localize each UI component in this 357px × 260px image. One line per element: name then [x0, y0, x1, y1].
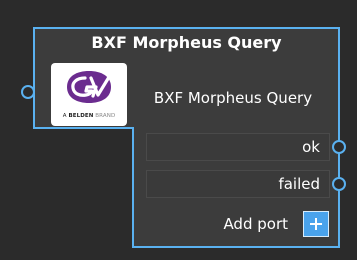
- logo-tag-brand: BELDEN: [68, 113, 94, 119]
- output-port-failed-connector[interactable]: [332, 177, 346, 191]
- node-logo: A BELDEN BRAND: [51, 63, 127, 126]
- add-port-button[interactable]: [303, 211, 329, 237]
- output-port-ok-connector[interactable]: [332, 140, 346, 154]
- logo-tagline: A BELDEN BRAND: [51, 113, 127, 119]
- add-port-label: Add port: [223, 215, 288, 233]
- logo-tag-suffix: BRAND: [95, 113, 116, 119]
- output-port-failed: failed: [146, 170, 330, 198]
- input-port-connector[interactable]: [21, 85, 35, 99]
- plus-icon: [310, 218, 322, 230]
- grass-valley-logo-icon: [67, 71, 111, 103]
- output-port-ok: ok: [146, 133, 330, 161]
- logo-tag-prefix: A: [62, 113, 67, 119]
- node-title: BXF Morpheus Query: [91, 33, 282, 52]
- node-label: BXF Morpheus Query: [153, 89, 313, 107]
- node[interactable]: BXF Morpheus Query A BELDEN BRAND BXF Mo…: [0, 0, 357, 260]
